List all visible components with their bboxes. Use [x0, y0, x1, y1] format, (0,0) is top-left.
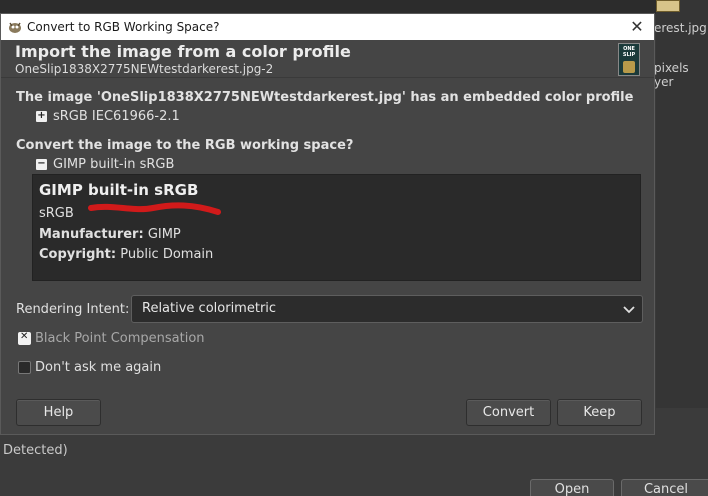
- rendering-intent-value: Relative colorimetric: [142, 301, 277, 316]
- dont-ask-checkbox[interactable]: [18, 361, 31, 374]
- background-dimensions: pixels: [654, 61, 689, 75]
- rendering-intent-label: Rendering Intent:: [16, 301, 130, 317]
- background-open-button[interactable]: Open: [530, 479, 614, 496]
- help-button[interactable]: Help: [16, 399, 101, 426]
- profile-details-description: sRGB: [39, 206, 74, 221]
- profile-details-panel: GIMP built-in sRGB sRGB Manufacturer: GI…: [32, 174, 641, 281]
- background-thumbnail: [656, 0, 680, 12]
- expand-plus-icon[interactable]: +: [36, 111, 47, 122]
- header-subtitle: OneSlip1838X2775NEWtestdarkerest.jpg-2: [15, 62, 274, 76]
- profile-details-name: GIMP built-in sRGB: [39, 181, 199, 199]
- rendering-intent-dropdown[interactable]: Relative colorimetric: [131, 295, 643, 323]
- target-profile-row[interactable]: − GIMP built-in sRGB: [36, 157, 174, 172]
- convert-question: Convert the image to the RGB working spa…: [16, 138, 354, 153]
- background-cancel-button[interactable]: Cancel: [621, 479, 708, 496]
- dialog-window-title: Convert to RGB Working Space?: [27, 20, 220, 34]
- keep-button[interactable]: Keep: [557, 399, 642, 426]
- manufacturer-label: Manufacturer:: [39, 227, 144, 242]
- black-point-label: Black Point Compensation: [35, 331, 205, 346]
- close-icon[interactable]: ✕: [628, 18, 646, 36]
- background-detected-text: Detected): [3, 443, 68, 458]
- red-underline-annotation: [88, 202, 221, 215]
- black-point-checkbox[interactable]: [18, 331, 31, 345]
- profile-copyright-row: Copyright: Public Domain: [39, 247, 213, 262]
- rendering-intent-row: Rendering Intent: Relative colorimetric: [16, 295, 643, 323]
- profile-manufacturer-row: Manufacturer: GIMP: [39, 227, 181, 242]
- collapse-minus-icon[interactable]: −: [36, 159, 47, 170]
- black-point-row[interactable]: Black Point Compensation: [18, 331, 205, 346]
- background-file-list: [0, 0, 708, 14]
- copyright-label: Copyright:: [39, 247, 117, 262]
- image-preview-thumbnail: ONE SLIP: [618, 43, 640, 76]
- dont-ask-row[interactable]: Don't ask me again: [18, 360, 161, 375]
- preview-text: ONE SLIP: [622, 46, 636, 58]
- background-filename: erest.jpg: [654, 21, 707, 35]
- target-profile-name: GIMP built-in sRGB: [53, 157, 175, 172]
- embedded-profile-name: sRGB IEC61966-2.1: [53, 109, 180, 124]
- header-title: Import the image from a color profile: [15, 42, 351, 61]
- gimp-wilber-icon: [7, 20, 21, 34]
- copyright-value: Public Domain: [120, 247, 214, 262]
- background-layer-info: yer: [654, 75, 674, 89]
- dialog-titlebar[interactable]: Convert to RGB Working Space? ✕: [1, 14, 654, 40]
- chevron-down-icon: [623, 306, 635, 314]
- dont-ask-label: Don't ask me again: [35, 360, 162, 375]
- convert-button[interactable]: Convert: [466, 399, 551, 426]
- manufacturer-value: GIMP: [147, 227, 181, 242]
- embedded-profile-message: The image 'OneSlip1838X2775NEWtestdarker…: [16, 90, 634, 105]
- embedded-profile-row[interactable]: + sRGB IEC61966-2.1: [36, 109, 180, 124]
- dialog-header: Import the image from a color profile On…: [1, 40, 654, 78]
